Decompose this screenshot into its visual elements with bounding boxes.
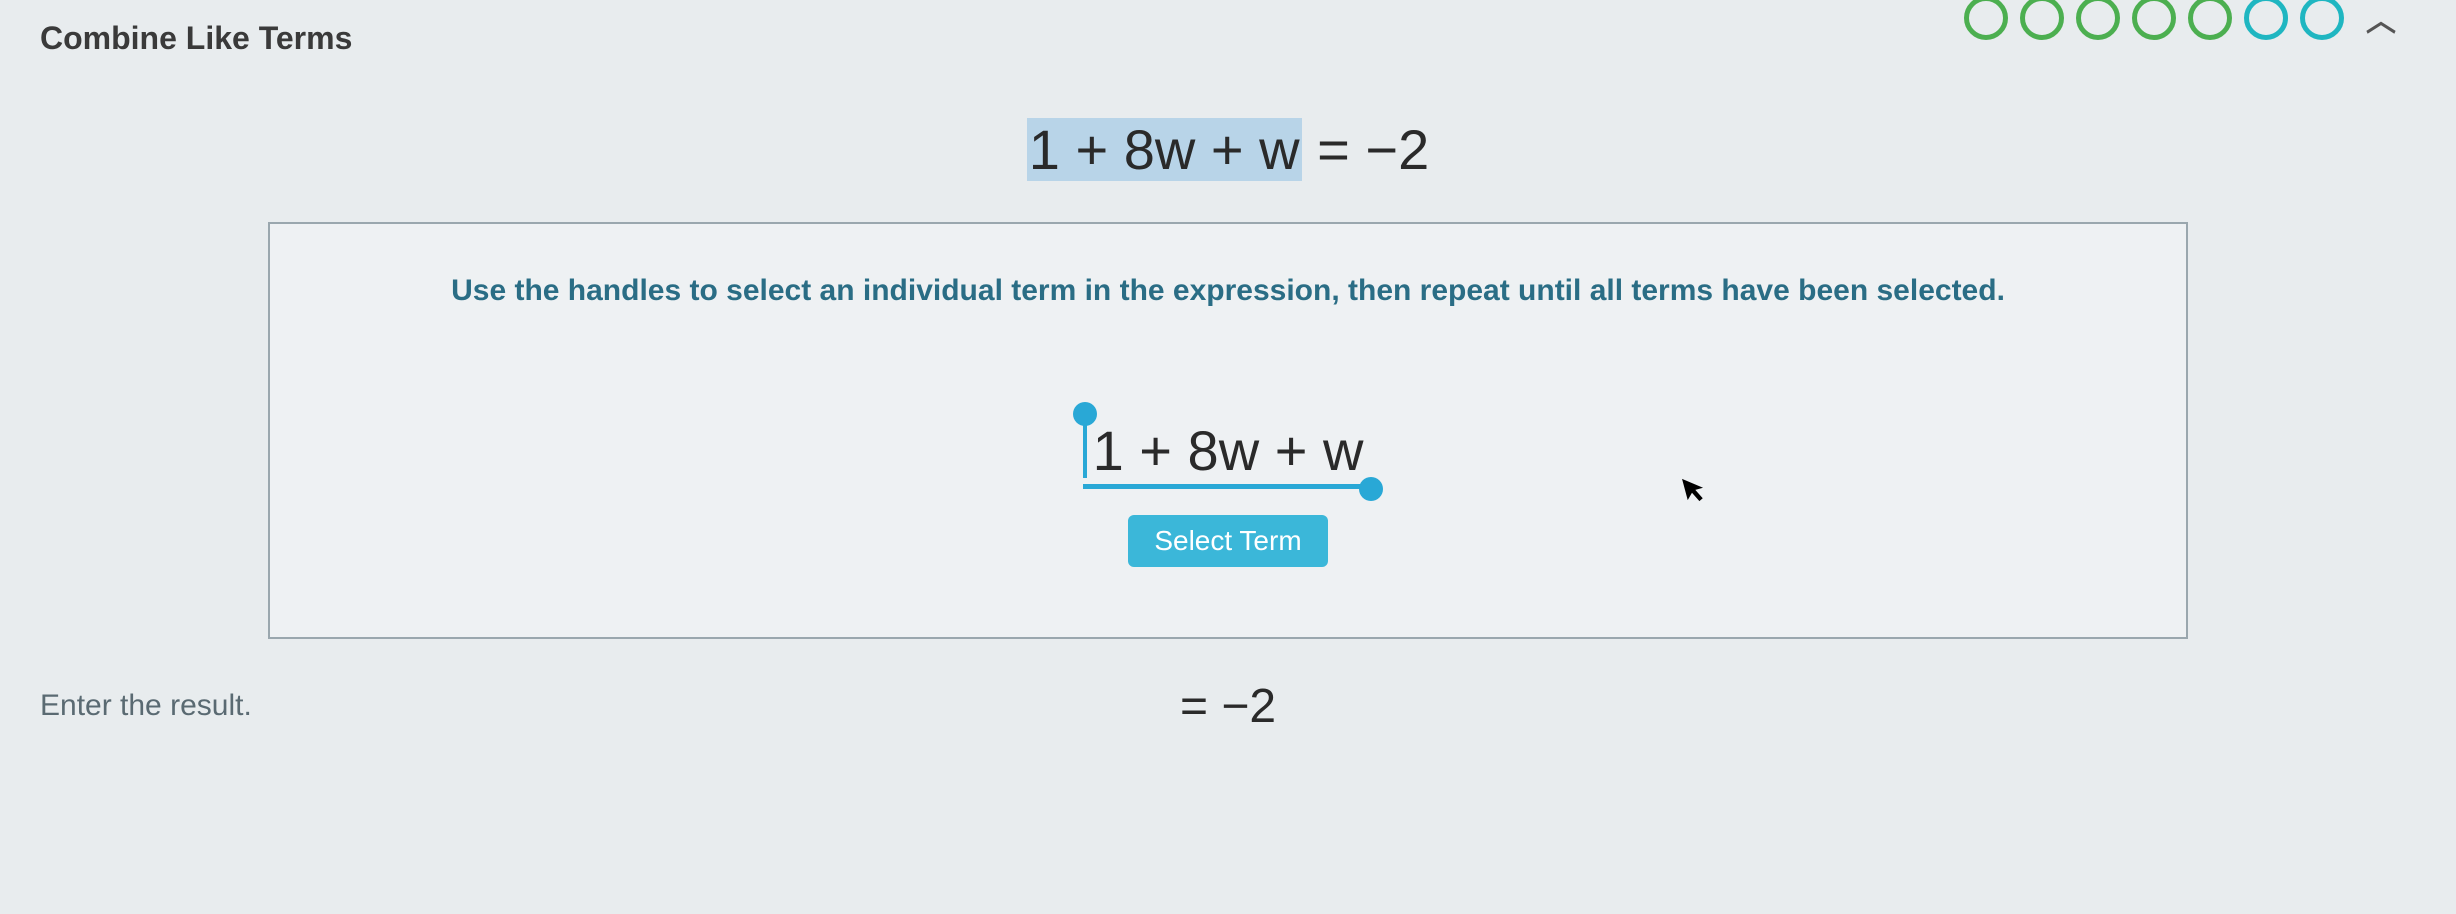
progress-circle	[2244, 0, 2288, 40]
progress-circle	[2132, 0, 2176, 40]
selection-underline	[1083, 484, 1374, 489]
footer-area: Enter the result. = −2	[0, 689, 2456, 723]
expression-text[interactable]: 1 + 8w + w	[1087, 418, 1370, 483]
work-panel: Use the handles to select an individual …	[268, 222, 2188, 639]
progress-circle	[1964, 0, 2008, 40]
collapse-chevron-icon[interactable]: ︿	[2366, 0, 2396, 40]
progress-circle	[2076, 0, 2120, 40]
equation-left-side: 1 + 8w + w	[1027, 118, 1302, 181]
progress-indicator: ︿	[1964, 0, 2416, 40]
instruction-text: Use the handles to select an individual …	[310, 274, 2146, 308]
enter-result-label: Enter the result.	[40, 689, 252, 723]
equation-right-side: = −2	[1302, 118, 1430, 181]
progress-circle	[2300, 0, 2344, 40]
header-bar: Combine Like Terms ︿	[0, 0, 2456, 57]
equation-display: 1 + 8w + w = −2	[0, 117, 2456, 182]
page-title: Combine Like Terms	[40, 20, 352, 57]
progress-circle	[2188, 0, 2232, 40]
cursor-icon	[1680, 472, 1711, 513]
progress-circle	[2020, 0, 2064, 40]
result-equation-rhs: = −2	[1180, 679, 1276, 734]
select-term-button[interactable]: Select Term	[1128, 515, 1327, 567]
selection-handle-right[interactable]	[1359, 477, 1383, 501]
expression-selector[interactable]: 1 + 8w + w	[1087, 418, 1370, 483]
equation-text: 1 + 8w + w = −2	[1027, 117, 1429, 182]
